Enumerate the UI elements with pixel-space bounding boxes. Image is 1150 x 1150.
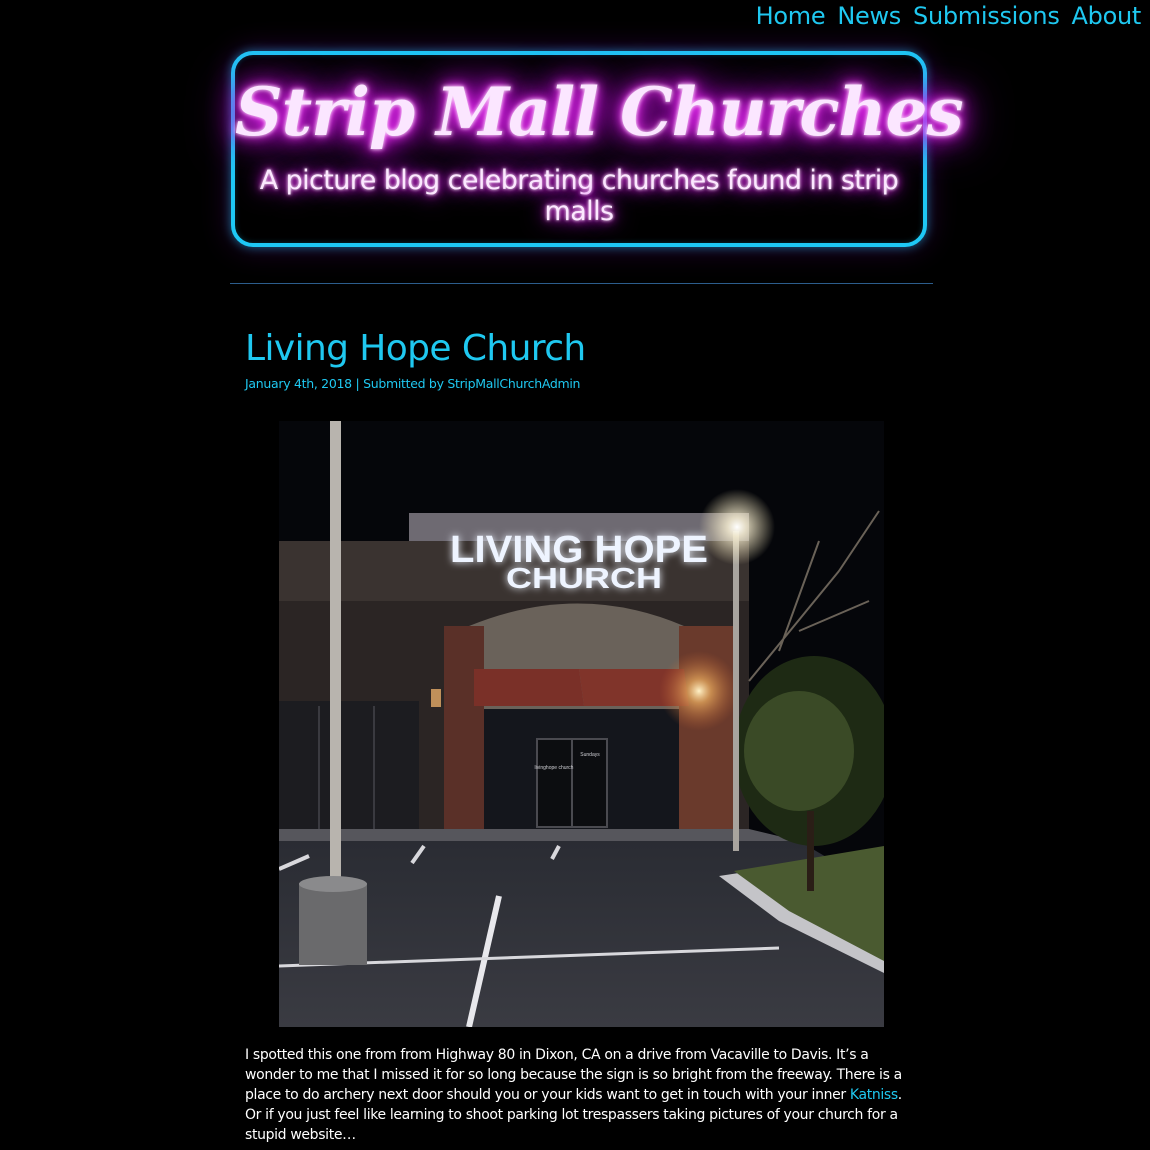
nav-about-link[interactable]: About: [1072, 2, 1142, 30]
site-tagline: A picture blog celebrating churches foun…: [259, 165, 899, 227]
door-text-left: livinghope church: [535, 765, 574, 771]
nav-submissions-link[interactable]: Submissions: [913, 2, 1060, 30]
door-text-right: Sundays: [580, 752, 600, 758]
post-meta: January 4th, 2018 | Submitted by StripMa…: [245, 376, 580, 391]
katniss-link[interactable]: Katniss: [850, 1087, 898, 1103]
site-title[interactable]: Strip Mall Churches: [235, 73, 964, 151]
nav-home-link[interactable]: Home: [756, 2, 826, 30]
nav-news-link[interactable]: News: [837, 2, 901, 30]
post-body: I spotted this one from from Highway 80 …: [245, 1045, 913, 1145]
post-photo: livinghope church Sundays LIVING HOPE CH…: [279, 421, 884, 1027]
post-body-text: I spotted this one from from Highway 80 …: [245, 1047, 902, 1103]
meta-separator: |: [355, 376, 360, 391]
photo-sign-line2: CHURCH: [506, 563, 662, 595]
main-nav: Home News Submissions About: [756, 2, 1142, 30]
post-title[interactable]: Living Hope Church: [245, 328, 586, 369]
post-author: Submitted by StripMallChurchAdmin: [363, 376, 581, 391]
header-divider: [230, 283, 933, 284]
post-date: January 4th, 2018: [245, 376, 352, 391]
site-header-banner[interactable]: Strip Mall Churches A picture blog celeb…: [231, 51, 964, 247]
